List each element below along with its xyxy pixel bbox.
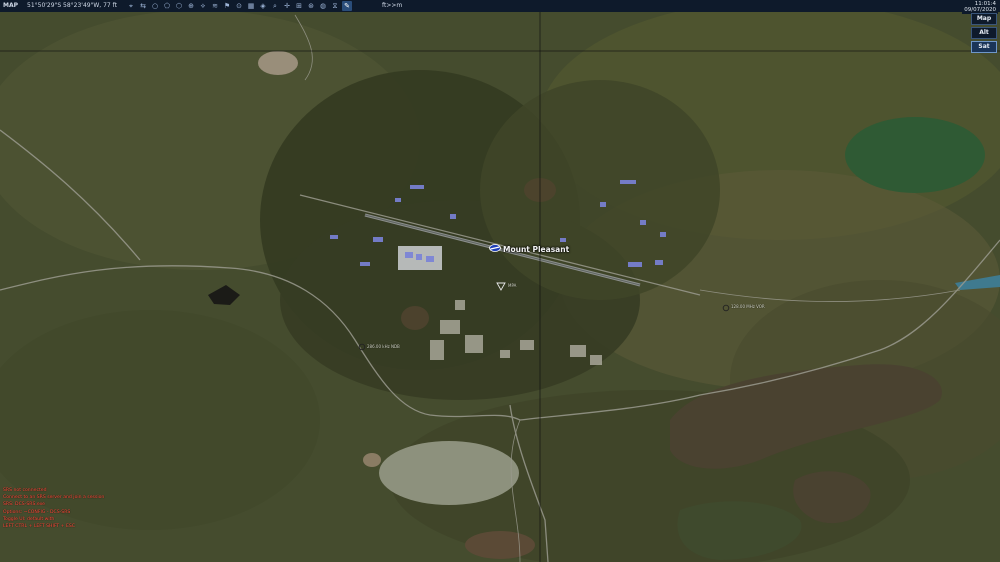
marker-label-east: 128.00 MHz VOR [731,304,765,309]
layers-icon[interactable]: ◈ [258,1,268,11]
map-mode-label: MAP [3,2,19,9]
circle-icon[interactable]: ○ [150,1,160,11]
status-line: Toggle UI: default with [3,516,55,522]
navaid-icon[interactable] [496,282,506,291]
filter-icon[interactable]: ⧖ [330,1,340,11]
shape-icon[interactable]: ⬡ [174,1,184,11]
crosshair-icon[interactable]: ✛ [282,1,292,11]
unit-toggle[interactable]: ft>>m [382,0,402,12]
globe-icon[interactable]: ◍ [318,1,328,11]
layer-switcher: Map Alt Sat [971,13,997,53]
marker-icon[interactable]: ⊙ [234,1,244,11]
top-toolbar: MAP 51°50'29"S 58°23'49"W, 77 ft ⌖ ⇆ ○ ⬠ ⬡ ⊕ ⟡… [0,0,1000,12]
cursor-coordinates: 51°50'29"S 58°23'49"W, 77 ft [27,2,117,9]
cursor-icon[interactable]: ⌖ [126,1,136,11]
compass-icon[interactable]: ⊛ [306,1,316,11]
zoom-in-icon[interactable]: ⊞ [294,1,304,11]
satellite-imagery [0,0,1000,562]
ndb-marker-icon[interactable] [358,343,366,351]
grid-icon[interactable]: ▦ [246,1,256,11]
vor-marker-icon[interactable] [722,304,730,312]
airfield-label[interactable]: Mount Pleasant [503,245,569,254]
layer-alt-button[interactable]: Alt [971,27,997,39]
status-line: Connect to an SRS server and join a sess… [3,495,105,501]
target-icon[interactable]: ⊕ [186,1,196,11]
satellite-map[interactable] [0,0,1000,562]
pen-icon[interactable]: ✎ [342,1,352,11]
polygon-icon[interactable]: ⬠ [162,1,172,11]
clock: 11:01:4 09/07/2020 [962,0,998,14]
search-icon[interactable]: ⌕ [270,1,280,11]
status-line: SRS not connected [3,488,47,493]
waypoint-icon[interactable]: ⟡ [198,1,208,11]
status-line: SRS: DCS-SRS.exe [3,502,45,508]
ruler-icon[interactable]: ⇆ [138,1,148,11]
tool-buttons: ⌖ ⇆ ○ ⬠ ⬡ ⊕ ⟡ ≋ ⚑ ⊙ ▦ ◈ ⌕ ✛ ⊞ ⊛ ◍ ⧖ ✎ [126,1,352,11]
navaid-label: MPA [508,283,517,288]
layer-map-button[interactable]: Map [971,13,997,25]
status-line: Options: ~CONFIG - DCS-SRS [3,509,71,515]
status-line: LEFT CTRL + LEFT SHIFT + ESC [3,524,76,530]
marker-label-west: 286.00 kHz NDB [367,344,400,349]
airfield-icon[interactable] [489,244,501,252]
route-icon[interactable]: ⚑ [222,1,232,11]
layer-sat-button[interactable]: Sat [971,41,997,53]
srs-status-panel: SRS not connected Connect to an SRS serv… [3,487,104,530]
signal-icon[interactable]: ≋ [210,1,220,11]
